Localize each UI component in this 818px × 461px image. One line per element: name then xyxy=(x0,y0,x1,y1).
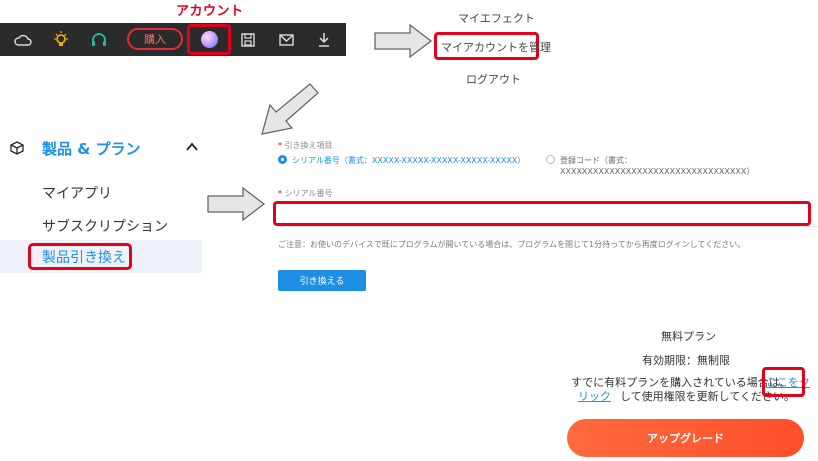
save-icon[interactable] xyxy=(237,23,259,56)
radio-registration-code[interactable] xyxy=(546,155,555,164)
sidebar-item-subscription[interactable]: サブスクリプション xyxy=(42,216,168,236)
notice-text: ご注意：お使いのデバイスで既にプログラムが開いている場合は、プログラムを閉じて1… xyxy=(278,240,746,249)
redeem-type-label-text: 引き換え項目 xyxy=(284,141,333,150)
avatar-icon[interactable] xyxy=(201,31,218,48)
menu-item-manage-account[interactable]: マイアカウントを管理 xyxy=(441,39,551,55)
sidebar-item-my-apps[interactable]: マイアプリ xyxy=(42,183,112,203)
click-here-highlight-box xyxy=(762,367,805,397)
app-toolbar: 購入 xyxy=(0,23,346,56)
down-left-arrow-icon xyxy=(261,83,319,135)
option-serial-number-label[interactable]: シリアル番号（書式：XXXXX-XXXXX-XXXXX-XXXXX-XXXXX） xyxy=(292,155,525,166)
chevron-up-icon[interactable] xyxy=(186,140,198,156)
sidebar-item-redeem[interactable]: 製品引き換え xyxy=(42,247,126,267)
buy-button[interactable]: 購入 xyxy=(127,28,183,50)
menu-item-my-effects[interactable]: マイエフェクト xyxy=(458,10,535,26)
account-annotation-label: アカウント xyxy=(176,4,244,19)
download-icon[interactable] xyxy=(313,23,335,56)
mail-icon[interactable] xyxy=(275,23,297,56)
serial-number-input[interactable] xyxy=(273,201,811,226)
option-registration-code-label[interactable]: 登録コード（書式：XXXXXXXXXXXXXXXXXXXXXXXXXXXXXXX… xyxy=(560,155,818,177)
product-box-icon xyxy=(10,140,24,159)
serial-number-label-text: シリアル番号 xyxy=(284,189,333,198)
bulb-icon[interactable] xyxy=(50,23,72,56)
redeem-button[interactable]: 引き換える xyxy=(278,270,366,291)
sidebar-section-title[interactable]: 製品 & プラン xyxy=(42,138,141,159)
radio-serial-number[interactable] xyxy=(278,155,287,164)
serial-number-label: * シリアル番号 xyxy=(278,188,332,199)
upgrade-button[interactable]: アップグレード xyxy=(567,419,804,457)
click-here-link-part2[interactable]: リック xyxy=(578,388,611,404)
plan-expiry: 有効期限：無制限 xyxy=(642,354,730,367)
headset-icon[interactable] xyxy=(88,23,110,56)
right-arrow-icon xyxy=(374,23,433,59)
input-divider xyxy=(280,226,818,227)
plan-name: 無料プラン xyxy=(661,330,716,343)
cloud-icon[interactable] xyxy=(12,23,34,56)
menu-item-logout[interactable]: ログアウト xyxy=(466,71,521,87)
redeem-type-label: * 引き換え項目 xyxy=(278,140,333,151)
right-arrow-icon xyxy=(207,186,266,222)
